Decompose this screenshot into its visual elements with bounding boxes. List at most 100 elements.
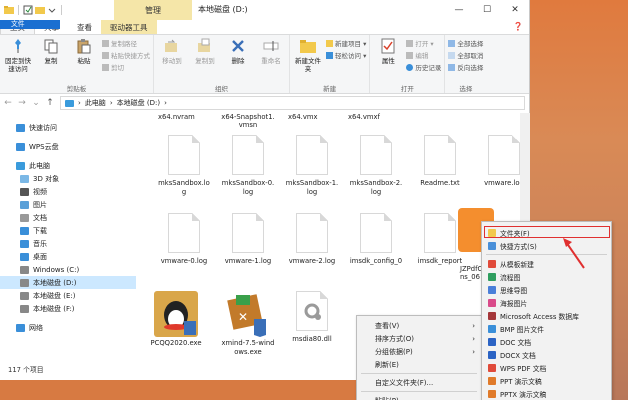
new-submenu-item[interactable]: 思维导图 <box>482 283 611 296</box>
delete-button[interactable]: 删除 <box>223 37 253 83</box>
document-icon <box>296 213 328 253</box>
easy-access-button[interactable]: 轻松访问 ▾ <box>326 50 366 60</box>
sidebar-item-label: 本地磁盘 (F:) <box>33 304 75 313</box>
menu-item-label: 从模板新建 <box>500 260 534 269</box>
file-name[interactable]: x64.vmxf <box>348 113 380 121</box>
manage-contextual-tab[interactable]: 管理 <box>114 0 192 20</box>
file-item[interactable]: vmware-2.log <box>282 213 342 266</box>
file-item[interactable]: mksSandbox-2. log <box>346 135 406 197</box>
new-submenu-item[interactable]: BMP 图片文件 <box>482 322 611 335</box>
file-item[interactable]: vmware-1.log <box>218 213 278 266</box>
edit-button[interactable]: 编辑 <box>406 50 441 60</box>
file-name[interactable]: x64.vmx <box>288 113 318 121</box>
file-item[interactable]: msdia80.dll <box>282 291 342 344</box>
history-button[interactable]: 历史记录 <box>406 62 441 72</box>
sidebar-item[interactable]: 快速访问 <box>0 121 136 134</box>
properties-label: 属性 <box>381 57 395 65</box>
sidebar-item[interactable]: 桌面 <box>0 250 136 263</box>
up-arrow-icon[interactable]: ↑ <box>46 98 54 108</box>
file-item[interactable]: vmware-0.log <box>154 213 214 266</box>
sidebar-item[interactable]: 网络 <box>0 321 136 334</box>
new-submenu-item[interactable]: PPTX 演示文稿 <box>482 387 611 400</box>
new-item-button[interactable]: 新建项目 ▾ <box>326 38 366 48</box>
new-submenu-item[interactable]: 流程图 <box>482 270 611 283</box>
file-item[interactable]: Readme.txt <box>410 135 470 188</box>
sidebar-item[interactable]: 视频 <box>0 185 136 198</box>
file-item[interactable]: PCQQ2020.exe <box>146 291 206 348</box>
file-item[interactable]: mksSandbox-0. log <box>218 135 278 197</box>
sidebar-item[interactable]: 本地磁盘 (F:) <box>0 302 136 315</box>
recent-dropdown-icon[interactable]: ⌄ <box>32 98 40 108</box>
sidebar-item[interactable]: 下载 <box>0 224 136 237</box>
context-menu-item[interactable]: 查看(V) › <box>357 319 481 332</box>
file-name[interactable]: x64-Snapshot1. vmsn <box>218 113 278 129</box>
sidebar-item[interactable]: 本地磁盘 (E:) <box>0 289 136 302</box>
file-item[interactable]: ✕ xmind-7.5-wind ows.exe <box>218 291 278 357</box>
new-submenu-item[interactable]: PPT 演示文稿 <box>482 374 611 387</box>
file-item[interactable]: imsdk_config_0 <box>346 213 406 266</box>
new-submenu-item[interactable]: DOC 文档 <box>482 335 611 348</box>
tab-drive-tools[interactable]: 驱动器工具 <box>101 20 157 34</box>
context-menu-item[interactable]: 排序方式(O) › <box>357 332 481 345</box>
qq-installer-icon <box>154 291 198 337</box>
minimize-button[interactable]: — <box>445 0 473 20</box>
context-menu-item[interactable]: 刷新(E) <box>357 358 481 371</box>
new-submenu-item[interactable]: WPS PDF 文档 <box>482 361 611 374</box>
sidebar-item[interactable]: WPS云盘 <box>0 140 136 153</box>
copy-path-button[interactable]: 复制路径 <box>102 38 150 48</box>
new-folder-icon <box>299 37 317 55</box>
file-item[interactable]: mksSandbox-1. log <box>282 135 342 197</box>
back-arrow-icon[interactable]: ← <box>4 98 12 108</box>
maximize-button[interactable]: ☐ <box>473 0 501 20</box>
select-none-button[interactable]: 全部取消 <box>448 50 483 60</box>
sidebar-item[interactable]: 此电脑 <box>0 159 136 172</box>
new-folder-icon[interactable] <box>35 5 45 15</box>
pin-quick-access-button[interactable]: 固定到快速访问 <box>3 37 33 83</box>
breadcrumb-drive-d[interactable]: 本地磁盘 (D:) <box>117 98 160 108</box>
copy-button[interactable]: 复制 <box>36 37 66 83</box>
customize-arrow-icon[interactable] <box>47 5 57 15</box>
select-all-button[interactable]: 全部选择 <box>448 38 483 48</box>
cut-button[interactable]: 剪切 <box>102 62 150 72</box>
properties-button[interactable]: 属性 <box>373 37 403 83</box>
open-button[interactable]: 打开 ▾ <box>406 38 441 48</box>
breadcrumb-this-pc[interactable]: 此电脑 <box>85 98 106 108</box>
help-icon[interactable]: ❓ <box>513 22 523 31</box>
invert-selection-button[interactable]: 反向选择 <box>448 62 483 72</box>
close-button[interactable]: ✕ <box>501 0 529 20</box>
file-name[interactable]: x64.nvram <box>158 113 195 121</box>
paste-button[interactable]: 粘贴 <box>69 37 99 83</box>
sidebar-item[interactable]: 3D 对象 <box>0 172 136 185</box>
new-folder-button[interactable]: 新建文件夹 <box>293 37 323 83</box>
sidebar-item[interactable]: 文档 <box>0 211 136 224</box>
sidebar-item-label: 此电脑 <box>29 161 50 170</box>
new-submenu-item[interactable]: 海报图片 <box>482 296 611 309</box>
context-menu-item[interactable]: 自定义文件夹(F)... <box>357 376 481 389</box>
new-submenu-item[interactable]: 快捷方式(S) <box>482 239 611 252</box>
properties-icon[interactable] <box>23 5 33 15</box>
file-name: Readme.txt <box>420 179 460 187</box>
address-bar[interactable]: › 此电脑 › 本地磁盘 (D:) › <box>60 96 525 110</box>
tab-view[interactable]: 查看 <box>68 20 101 34</box>
context-menu-item[interactable]: 分组依据(P) › <box>357 345 481 358</box>
sidebar-item-label: 网络 <box>29 323 43 332</box>
sidebar-item[interactable]: 音乐 <box>0 237 136 250</box>
sidebar-item-label: 快速访问 <box>29 123 57 132</box>
tab-file[interactable]: 文件 <box>0 20 60 29</box>
context-menu-item[interactable]: 粘贴(P) <box>357 394 481 400</box>
sidebar-item[interactable]: Windows (C:) <box>0 263 136 276</box>
new-submenu-item[interactable]: DOCX 文档 <box>482 348 611 361</box>
new-submenu-item[interactable]: 从模板新建 <box>482 257 611 270</box>
rename-button[interactable]: 重命名 <box>256 37 286 83</box>
document-icon <box>488 135 520 175</box>
file-item[interactable]: mksSandbox.lo g <box>154 135 214 197</box>
sidebar-item[interactable]: 图片 <box>0 198 136 211</box>
sidebar-item[interactable]: 本地磁盘 (D:) <box>0 276 136 289</box>
delete-icon <box>229 37 247 55</box>
menu-item-label: PPTX 演示文稿 <box>500 390 547 399</box>
copy-to-button[interactable]: 复制到 <box>190 37 220 83</box>
new-submenu-item[interactable]: Microsoft Access 数据库 <box>482 309 611 322</box>
forward-arrow-icon[interactable]: → <box>18 98 26 108</box>
paste-shortcut-button[interactable]: 粘贴快捷方式 <box>102 50 150 60</box>
move-to-button[interactable]: 移动到 <box>157 37 187 83</box>
